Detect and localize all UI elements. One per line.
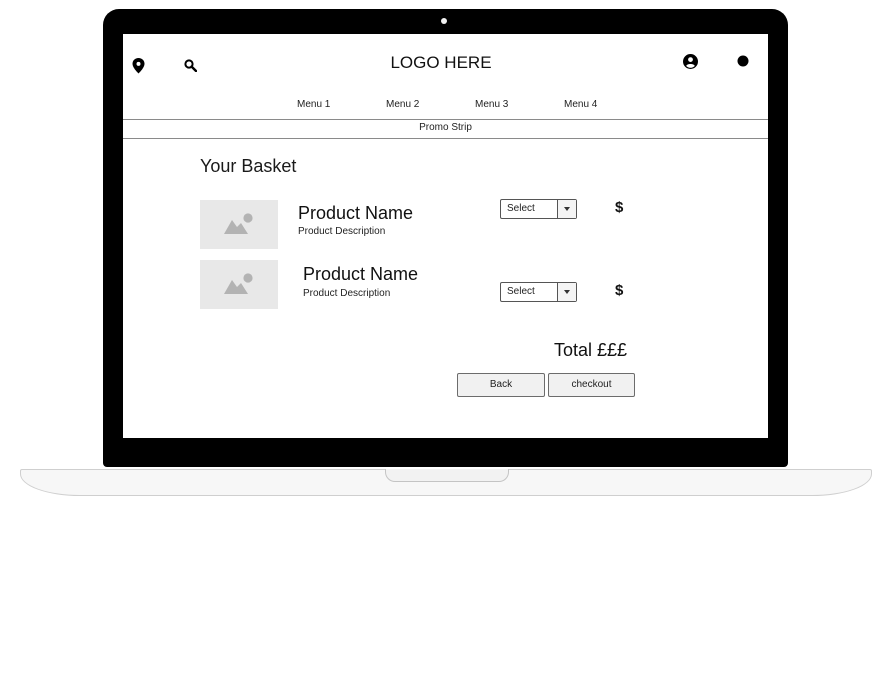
menu-item-3[interactable]: Menu 3 (475, 99, 508, 110)
quantity-select[interactable]: Select (500, 282, 577, 302)
menu-item-1[interactable]: Menu 1 (297, 99, 330, 110)
chevron-down-icon[interactable] (557, 200, 576, 218)
product-price: $ (615, 199, 624, 216)
back-button[interactable]: Back (457, 373, 545, 397)
quantity-select[interactable]: Select (500, 199, 577, 219)
image-placeholder-icon (224, 213, 253, 234)
promo-top-divider (123, 119, 768, 120)
product-price: $ (615, 282, 624, 299)
product-name[interactable]: Product Name (303, 264, 418, 285)
logo[interactable]: LOGO HERE (341, 53, 541, 73)
dot-icon[interactable] (737, 55, 749, 67)
laptop-notch (385, 469, 509, 482)
account-icon[interactable] (683, 54, 698, 69)
promo-bottom-divider (123, 138, 768, 139)
product-image (200, 260, 278, 309)
location-pin-icon[interactable] (132, 58, 145, 74)
product-description: Product Description (298, 226, 386, 237)
menu-item-4[interactable]: Menu 4 (564, 99, 597, 110)
basket-title: Your Basket (200, 156, 297, 176)
screen: LOGO HERE Menu 1 Menu 2 Menu 3 Menu 4 Pr… (123, 34, 768, 438)
checkout-button[interactable]: checkout (548, 373, 635, 397)
basket-total: Total £££ (554, 340, 628, 360)
search-icon[interactable] (184, 59, 197, 72)
laptop-base (20, 469, 872, 496)
camera-dot (441, 18, 447, 24)
image-placeholder-icon (224, 273, 253, 294)
select-label: Select (507, 286, 535, 297)
product-description: Product Description (303, 288, 391, 299)
chevron-down-icon[interactable] (557, 283, 576, 301)
menu-item-2[interactable]: Menu 2 (386, 99, 419, 110)
product-name[interactable]: Product Name (298, 203, 413, 224)
product-image (200, 200, 278, 249)
select-label: Select (507, 203, 535, 214)
promo-strip[interactable]: Promo Strip (123, 122, 768, 133)
